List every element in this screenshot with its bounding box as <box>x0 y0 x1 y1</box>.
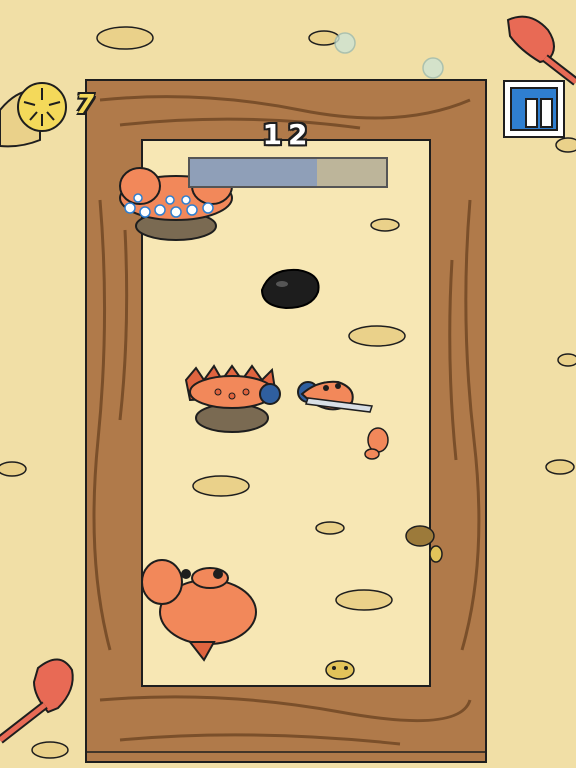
coin-count: 7 <box>76 90 95 120</box>
score-counter: 12 <box>262 118 314 151</box>
yellow-crab <box>325 660 355 680</box>
shovel-icon <box>0 658 74 744</box>
shovel-icon <box>506 15 576 86</box>
wave-progress-fill <box>190 159 318 186</box>
wave-progress-bar <box>188 157 388 188</box>
pause-icon <box>510 87 558 131</box>
pause-button[interactable] <box>503 80 565 138</box>
